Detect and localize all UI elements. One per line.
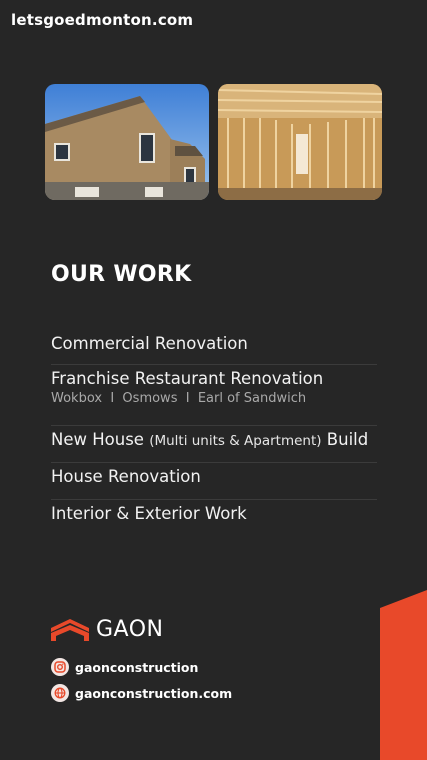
gaon-logo-mark-icon bbox=[51, 618, 89, 641]
work-item-label: Franchise Restaurant Renovation bbox=[51, 369, 324, 388]
website-contact[interactable]: gaonconstruction.com bbox=[51, 684, 232, 702]
work-item-interior-exterior: Interior & Exterior Work bbox=[51, 500, 377, 536]
work-item-label-detail: (Multi units & Apartment) bbox=[149, 433, 322, 449]
work-item-label: Commercial Renovation bbox=[51, 334, 248, 353]
work-item-label: New House (Multi units & Apartment) Buil… bbox=[51, 430, 377, 449]
website-url[interactable]: gaonconstruction.com bbox=[75, 686, 232, 701]
instagram-handle[interactable]: gaonconstruction bbox=[75, 660, 198, 675]
house-exterior-photo bbox=[45, 84, 209, 200]
work-item-label-end: Build bbox=[321, 430, 369, 449]
work-list: Commercial Renovation Franchise Restaura… bbox=[51, 330, 377, 536]
wood-framing-photo bbox=[218, 84, 382, 200]
work-item-label-main: New House bbox=[51, 430, 150, 449]
logo-text: GAON bbox=[96, 617, 164, 642]
instagram-icon bbox=[51, 658, 69, 676]
gaon-logo: GAON bbox=[51, 617, 163, 642]
accent-shape bbox=[380, 590, 427, 760]
work-item-new-house: New House (Multi units & Apartment) Buil… bbox=[51, 426, 377, 463]
work-item-clients: Wokbox I Osmows I Earl of Sandwich bbox=[51, 391, 307, 406]
globe-icon bbox=[51, 684, 69, 702]
work-item-label: Interior & Exterior Work bbox=[51, 504, 247, 523]
work-item-franchise: Franchise Restaurant Renovation Wokbox I… bbox=[51, 365, 377, 426]
section-title: OUR WORK bbox=[51, 262, 192, 287]
watermark-text: letsgoedmonton.com bbox=[11, 11, 194, 29]
work-item-commercial: Commercial Renovation bbox=[51, 330, 377, 365]
work-item-label: House Renovation bbox=[51, 467, 201, 486]
instagram-contact[interactable]: gaonconstruction bbox=[51, 658, 198, 676]
work-item-house-renovation: House Renovation bbox=[51, 463, 377, 500]
